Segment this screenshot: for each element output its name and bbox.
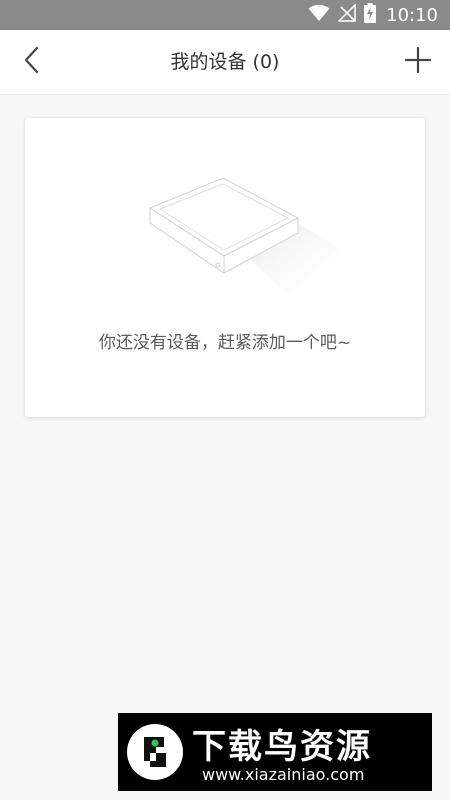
empty-box-illustration (140, 168, 340, 308)
plus-icon (404, 46, 432, 78)
app-header: 我的设备 (0) (0, 30, 450, 95)
watermark-name: 下载鸟资源 (192, 727, 372, 767)
watermark-url: www.xiazainiao.com (202, 765, 365, 784)
status-time: 10:10 (386, 4, 438, 26)
wifi-icon (308, 4, 330, 26)
bird-logo-icon (126, 723, 184, 781)
watermark-banner: 下载鸟资源 www.xiazainiao.com (118, 713, 432, 791)
status-icons: 10:10 (308, 3, 438, 27)
status-bar: 10:10 (0, 0, 450, 30)
empty-devices-card: 你还没有设备，赶紧添加一个吧~ (25, 118, 425, 417)
device-list-screen: 10:10 我的设备 (0) 你还没有设备，赶紧添加一个吧~ 下载鸟资源 www… (0, 0, 450, 800)
battery-charging-icon (364, 3, 377, 27)
no-signal-icon (337, 3, 356, 26)
add-device-button[interactable] (400, 44, 436, 80)
page-title: 我的设备 (0) (170, 51, 280, 73)
empty-message: 你还没有设备，赶紧添加一个吧~ (98, 333, 352, 353)
